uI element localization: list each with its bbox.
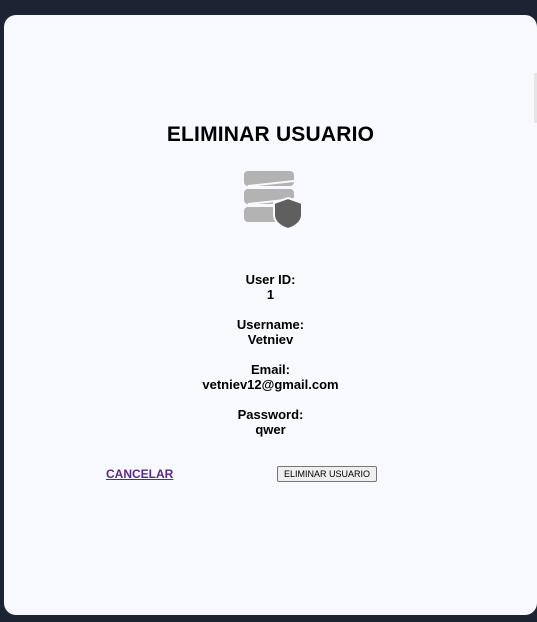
user-id-label: User ID: [245, 272, 296, 287]
user-details: User ID: 1 Username: Vetniev Email: vetn… [4, 272, 537, 452]
user-id-value: 1 [266, 287, 275, 302]
password-label: Password: [237, 407, 304, 422]
delete-user-button[interactable]: ELIMINAR USUARIO [277, 466, 377, 482]
username-label: Username: [236, 317, 305, 332]
cancel-link[interactable]: CANCELAR [106, 467, 173, 481]
page-title: ELIMINAR USUARIO [166, 123, 375, 146]
email-label: Email: [250, 362, 290, 377]
user-id-field: User ID: 1 [4, 272, 537, 302]
delete-user-card: ELIMINAR USUARIO User ID: 1 Username: Ve… [4, 15, 537, 615]
password-value: qwer [255, 422, 286, 437]
password-field: Password: qwer [4, 407, 537, 437]
email-value: vetniev12@gmail.com [202, 377, 339, 392]
username-field: Username: Vetniev [4, 317, 537, 347]
username-value: Vetniev [247, 332, 294, 347]
database-shield-icon [244, 171, 303, 231]
email-field: Email: vetniev12@gmail.com [4, 362, 537, 392]
